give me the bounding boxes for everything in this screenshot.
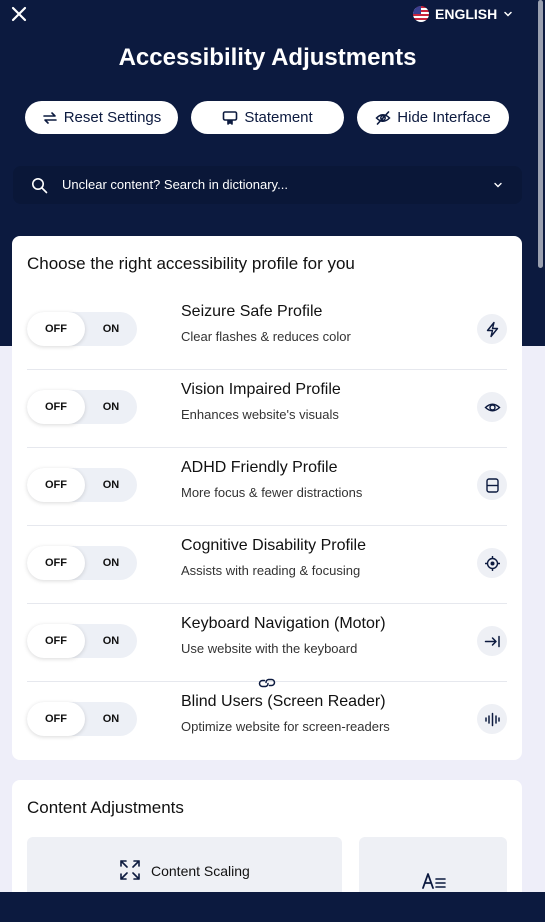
- toggle-off-label[interactable]: OFF: [27, 312, 85, 346]
- toggle-off-label[interactable]: OFF: [27, 624, 85, 658]
- profile-description: Use website with the keyboard: [181, 641, 358, 656]
- toggle-off-label[interactable]: OFF: [27, 468, 85, 502]
- profile-name: Keyboard Navigation (Motor): [181, 615, 386, 632]
- profile-description: More focus & fewer distractions: [181, 485, 363, 500]
- bolt-icon: [477, 314, 507, 344]
- adhd-friendly-toggle[interactable]: OFF ON: [27, 468, 137, 502]
- toggle-on-label[interactable]: ON: [85, 546, 137, 580]
- scrollbar-thumb[interactable]: [538, 0, 543, 268]
- toggle-off-label[interactable]: OFF: [27, 390, 85, 424]
- content-heading: Content Adjustments: [27, 798, 184, 817]
- reset-settings-label: Reset Settings: [63, 109, 162, 126]
- blind-users-toggle[interactable]: OFF ON: [27, 702, 137, 736]
- statement-button[interactable]: Statement: [191, 101, 344, 134]
- vision-impaired-toggle[interactable]: OFF ON: [27, 390, 137, 424]
- reset-arrows-icon: [42, 111, 57, 124]
- toggle-on-label[interactable]: ON: [85, 624, 137, 658]
- profile-row-seizure-safe: OFF ON Seizure Safe Profile Clear flashe…: [27, 292, 507, 370]
- scrollbar[interactable]: [536, 0, 545, 270]
- profile-description: Assists with reading & focusing: [181, 563, 361, 578]
- statement-icon: [223, 110, 238, 125]
- dictionary-search[interactable]: Unclear content? Search in dictionary...: [13, 166, 522, 204]
- chevron-down-icon: [504, 11, 512, 17]
- profile-row-keyboard-navigation: OFF ON Keyboard Navigation (Motor) Use w…: [27, 604, 507, 682]
- eye-off-icon: [375, 110, 391, 125]
- hide-interface-label: Hide Interface: [397, 109, 491, 126]
- tile-label: Content Scaling: [151, 863, 250, 879]
- search-input[interactable]: Unclear content? Search in dictionary...: [62, 177, 288, 192]
- target-icon: [477, 548, 507, 578]
- profile-row-vision-impaired: OFF ON Vision Impaired Profile Enhances …: [27, 370, 507, 448]
- focus-frame-icon: [477, 470, 507, 500]
- profile-name: Cognitive Disability Profile: [181, 537, 366, 554]
- profile-name: Seizure Safe Profile: [181, 303, 323, 320]
- language-label: ENGLISH: [435, 6, 498, 22]
- toggle-on-label[interactable]: ON: [85, 702, 137, 736]
- chevron-down-icon: [494, 182, 502, 188]
- profile-row-cognitive-disability: OFF ON Cognitive Disability Profile Assi…: [27, 526, 507, 604]
- profiles-heading: Choose the right accessibility profile f…: [27, 254, 355, 273]
- toggle-on-label[interactable]: ON: [85, 468, 137, 502]
- profile-description: Optimize website for screen-readers: [181, 719, 390, 734]
- profile-description: Clear flashes & reduces color: [181, 329, 351, 344]
- profile-row-adhd-friendly: OFF ON ADHD Friendly Profile More focus …: [27, 448, 507, 526]
- audio-wave-icon: [477, 704, 507, 734]
- search-icon: [32, 178, 48, 194]
- toggle-on-label[interactable]: ON: [85, 390, 137, 424]
- toggle-off-label[interactable]: OFF: [27, 702, 85, 736]
- page-title: Accessibility Adjustments: [118, 44, 417, 71]
- profile-row-blind-users: OFF ON Blind Users (Screen Reader) Optim…: [27, 682, 507, 760]
- toggle-on-label[interactable]: ON: [85, 312, 137, 346]
- us-flag-icon: [413, 6, 429, 22]
- profile-name: Blind Users (Screen Reader): [181, 693, 386, 710]
- profile-description: Enhances website's visuals: [181, 407, 339, 422]
- profile-name: ADHD Friendly Profile: [181, 459, 338, 476]
- reset-settings-button[interactable]: Reset Settings: [25, 101, 178, 134]
- close-icon: [11, 6, 27, 22]
- profile-name: Vision Impaired Profile: [181, 381, 341, 398]
- hide-interface-button[interactable]: Hide Interface: [357, 101, 509, 134]
- eye-icon: [477, 392, 507, 422]
- keyboard-navigation-toggle[interactable]: OFF ON: [27, 624, 137, 658]
- toggle-off-label[interactable]: OFF: [27, 546, 85, 580]
- readable-font-icon: [422, 873, 446, 889]
- language-selector[interactable]: ENGLISH: [413, 5, 513, 23]
- expand-icon: [120, 860, 140, 880]
- seizure-safe-toggle[interactable]: OFF ON: [27, 312, 137, 346]
- link-icon[interactable]: [257, 674, 277, 692]
- close-button[interactable]: [9, 4, 29, 24]
- tab-arrow-icon: [477, 626, 507, 656]
- bottom-bar: [0, 892, 545, 922]
- statement-label: Statement: [244, 109, 313, 126]
- cognitive-disability-toggle[interactable]: OFF ON: [27, 546, 137, 580]
